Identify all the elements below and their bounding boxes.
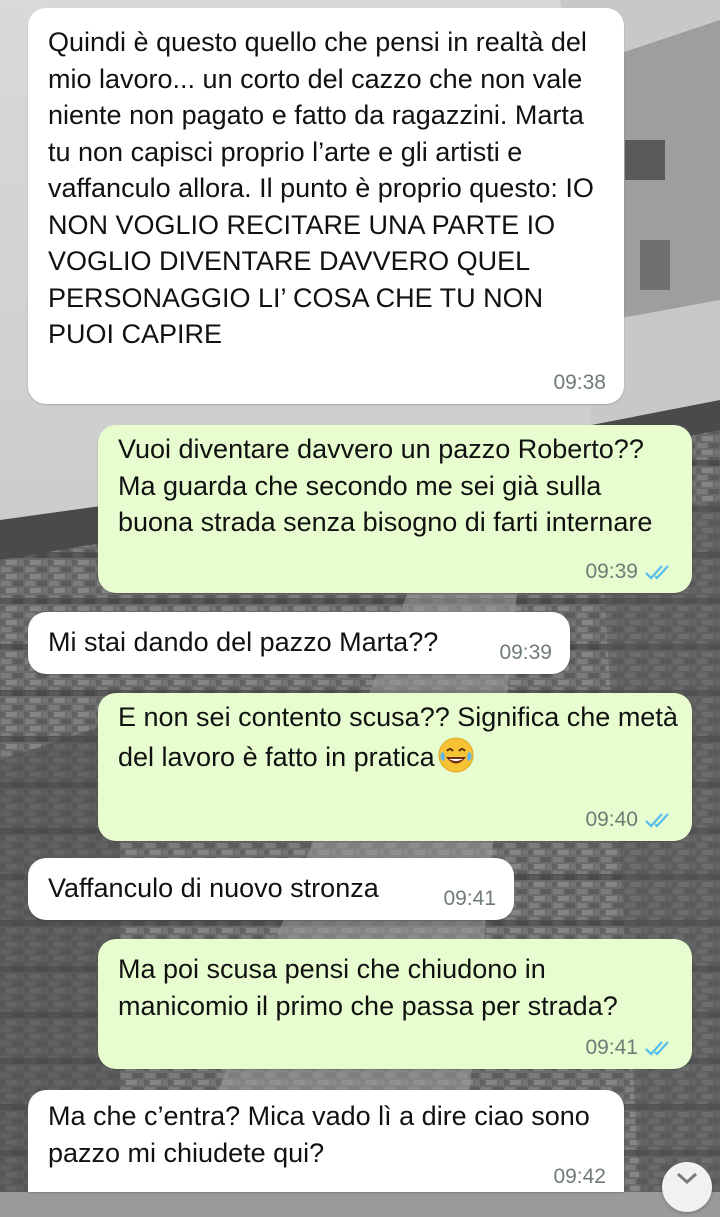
face-with-tears-of-joy-icon	[438, 737, 474, 772]
message-text: Vuoi diventare davvero un pazzo Roberto?…	[118, 434, 653, 537]
message-bubble-incoming[interactable]: Quindi è questo quello che pensi in real…	[28, 8, 624, 404]
message-text: Ma che c’entra? Mica vado lì a dire ciao…	[48, 1101, 590, 1168]
message-bubble-outgoing[interactable]: Ma poi scusa pensi che chiudono in manic…	[98, 939, 692, 1069]
message-bubble-outgoing[interactable]: Vuoi diventare davvero un pazzo Roberto?…	[98, 425, 692, 593]
message-text: Mi stai dando del pazzo Marta??	[48, 627, 439, 657]
message-bubble-outgoing[interactable]: E non sei contento scusa?? Significa che…	[98, 693, 692, 841]
double-check-icon	[645, 1041, 669, 1056]
message-bubble-incoming[interactable]: Ma che c’entra? Mica vado lì a dire ciao…	[28, 1090, 624, 1192]
message-time: 09:39	[585, 560, 638, 583]
message-text: Vaffanculo di nuovo stronza	[48, 873, 379, 903]
message-time: 09:41	[443, 887, 496, 910]
double-check-icon	[645, 813, 669, 828]
scroll-to-bottom-button[interactable]	[662, 1162, 712, 1212]
message-meta: 09:39	[585, 561, 674, 583]
message-meta: 09:42	[553, 1166, 606, 1188]
message-meta: 09:39	[499, 642, 552, 664]
message-text: E non sei contento scusa?? Significa che…	[118, 702, 678, 772]
message-time: 09:41	[585, 1036, 638, 1059]
message-meta: 09:41	[585, 1037, 674, 1059]
message-time: 09:39	[499, 641, 552, 664]
message-text: Quindi è questo quello che pensi in real…	[48, 27, 594, 349]
message-time: 09:40	[585, 808, 638, 831]
message-meta: 09:38	[553, 372, 606, 394]
double-check-icon	[645, 565, 669, 580]
message-time: 09:38	[553, 371, 606, 394]
message-meta: 09:41	[443, 888, 496, 910]
message-bubble-incoming[interactable]: Mi stai dando del pazzo Marta?? 09:39	[28, 612, 570, 674]
message-bubble-incoming[interactable]: Vaffanculo di nuovo stronza 09:41	[28, 858, 514, 920]
message-text: Ma poi scusa pensi che chiudono in manic…	[118, 954, 618, 1021]
message-meta: 09:40	[585, 809, 674, 831]
message-time: 09:42	[553, 1165, 606, 1188]
chevron-down-icon	[677, 1172, 697, 1185]
